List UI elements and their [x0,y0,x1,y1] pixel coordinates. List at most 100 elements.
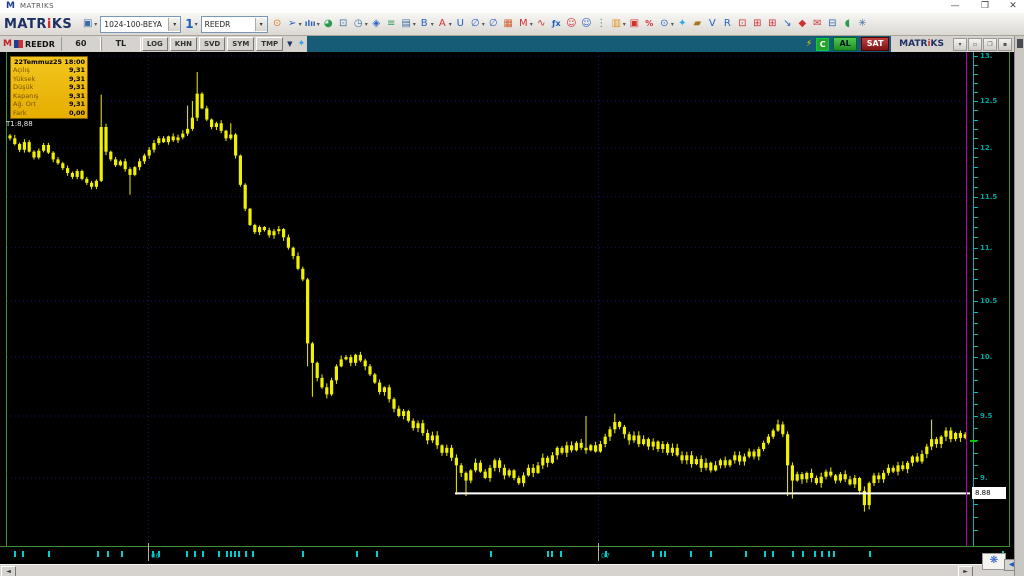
period-button[interactable]: 1 [185,17,193,31]
chevron-down-icon[interactable]: ▾ [317,21,320,28]
chevron-down-icon[interactable]: ▾ [413,21,416,28]
chevron-down-icon[interactable]: ▾ [482,21,485,28]
average-icon[interactable]: ∅ [469,15,482,33]
search-icon[interactable]: ⊙ [658,15,671,33]
calculator-icon[interactable]: ⊟ [826,15,839,33]
settings-gears-icon[interactable]: ✳ [856,15,869,33]
indicator-chart-icon[interactable]: ılıı [304,15,317,33]
horizontal-scrollbar[interactable]: ◄ ► ❋ ◀▶ [0,553,1024,576]
chevron-down-icon[interactable]: ▾ [671,21,674,28]
lightning-icon[interactable]: ⚡ [806,39,812,49]
price-minor-tick [974,237,978,238]
folder-icon[interactable]: ▰ [691,15,704,33]
diagonal-arrow-icon[interactable]: ↘ [781,15,794,33]
save-icon[interactable]: ▣ [81,15,94,33]
matriks-brand-logo: MATRiKS [4,16,73,32]
scroll-left-button[interactable]: ◄ [1,566,16,576]
monitor-icon[interactable]: ⊡ [337,15,350,33]
pie-chart-icon[interactable]: ◕ [322,15,335,33]
price-minor-tick [974,369,978,370]
line-chart-icon[interactable]: ∿ [535,15,548,33]
info-value: 0,00 [68,108,85,117]
window-title: MATRIKS [20,2,55,10]
chevron-down-icon[interactable]: ▾ [168,17,181,31]
letter-a-button[interactable]: A [436,15,449,33]
volume-tick [792,551,794,557]
person-icon[interactable]: ☺ [565,15,578,33]
maximize-button[interactable]: ❐ [972,0,998,12]
volume-tick [660,551,662,557]
header-button-sym[interactable]: SYM [227,37,255,51]
volume-tick [252,551,254,557]
info-value: 9,31 [68,83,85,91]
chevron-down-icon[interactable]: ▾ [530,21,533,28]
price-chart-panel[interactable] [7,52,970,546]
date-axis-label: 06 [151,552,160,560]
chevron-down-icon[interactable]: ▾ [623,21,626,28]
chevron-down-icon[interactable]: ▾ [449,21,452,28]
price-minor-tick [974,120,978,121]
monitor-alert-icon[interactable]: ⊡ [736,15,749,33]
average2-icon[interactable]: ∅ [487,15,500,33]
chevron-down-icon[interactable]: ▼ [287,40,292,48]
zoom-search-icon[interactable]: ⊙ [271,15,284,33]
formula-fx-icon[interactable]: ƒx [550,15,563,33]
scroll-right-button[interactable]: ► [958,566,973,576]
alarm-bell-icon[interactable]: ◆ [796,15,809,33]
chevron-down-icon[interactable]: ▾ [195,21,198,28]
price-axis[interactable]: 13. 12.5 12. 11.5 11. 10.5 10. 9.5 9. 8.88 [970,52,1010,546]
price-minor-tick [974,530,978,531]
twitter-icon[interactable]: ✦ [676,15,689,33]
header-mini-button-3[interactable]: ▪ [998,37,1012,51]
info-label: Düşük [13,83,34,91]
minimize-button[interactable]: — [942,0,968,12]
currency-cell[interactable]: TL [100,37,141,51]
mail-icon[interactable]: ✉ [811,15,824,33]
window-icon[interactable]: ⊞ [751,15,764,33]
header-button-khn[interactable]: KHN [169,37,197,51]
twitter-icon[interactable]: ✦ [298,39,306,49]
price-minor-tick [974,392,978,393]
header-button-tmp[interactable]: TMP [256,37,284,51]
price-minor-tick [974,453,978,454]
clock-icon[interactable]: ◷ [352,15,365,33]
header-button-svd[interactable]: SVD [198,37,226,51]
symbol-select[interactable]: REEDR ▾ [200,15,268,33]
layout-select[interactable]: 1024-100-BEYA ▾ [100,15,182,33]
depth-grid-icon[interactable]: ▦ [502,15,515,33]
volume-tick [828,551,830,557]
sell-sat-button[interactable]: SAT [861,37,890,51]
safe-icon[interactable]: ▥ [610,15,623,33]
window2-icon[interactable]: ⊞ [766,15,779,33]
chevron-down-icon[interactable]: ▾ [365,21,368,28]
pointer-icon[interactable]: ➢ [286,15,299,33]
chevron-down-icon[interactable]: ▾ [431,21,434,28]
chevron-down-icon[interactable]: ▾ [254,17,267,31]
chevron-down-icon[interactable]: ▾ [94,21,97,28]
chat-icon[interactable]: ◖ [841,15,854,33]
traffic-light-icon[interactable]: ⋮ [595,15,608,33]
c-button[interactable]: C [816,37,830,51]
percent-icon[interactable]: % [643,15,656,33]
letter-m-button[interactable]: M [517,15,530,33]
letter-u-button[interactable]: U [454,15,467,33]
close-button[interactable]: ✕ [1000,0,1024,12]
documents-icon[interactable]: ▣ [628,15,641,33]
letter-b-button[interactable]: B [418,15,431,33]
header-mini-button-1[interactable]: ▫ [968,37,982,51]
report-r-icon[interactable]: R [721,15,734,33]
matriks-fan-icon[interactable]: ❋ [982,553,1006,570]
globe-icon[interactable]: ◈ [370,15,383,33]
price-minor-tick [974,346,978,347]
letter-v-button[interactable]: V [706,15,719,33]
chevron-down-icon[interactable]: ▾ [299,21,302,28]
buy-al-button[interactable]: AL [833,37,858,51]
header-mini-button-2[interactable]: ❐ [983,37,997,51]
list-icon[interactable]: ≡ [385,15,398,33]
book-icon[interactable]: ▤ [400,15,413,33]
period-cell[interactable]: 60 [60,37,101,51]
header-mini-button-0[interactable]: ▾ [953,37,967,51]
people-icon[interactable]: ☺ [580,15,593,33]
header-button-log[interactable]: LOG [141,37,168,51]
volume-tick [218,551,220,557]
